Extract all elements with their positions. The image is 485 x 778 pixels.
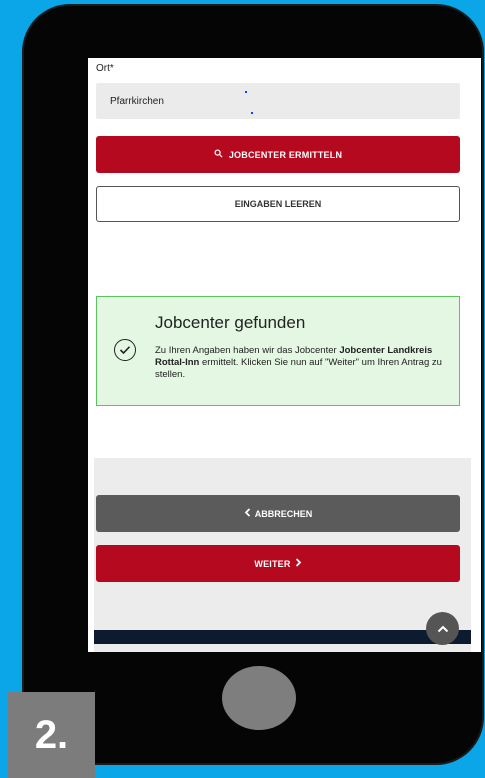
success-text-after: ermittelt. Klicken Sie nun auf "Weiter" … — [155, 357, 442, 380]
success-title: Jobcenter gefunden — [155, 313, 306, 332]
phone-frame: Ort* Pfarrkirchen JOBCENTER ERMITTELN EI… — [24, 6, 482, 763]
success-message: Jobcenter gefunden Zu Ihren Angaben habe… — [96, 296, 460, 406]
success-text: Zu Ihren Angaben haben wir das Jobcenter… — [155, 345, 445, 381]
success-text-before: Zu Ihren Angaben haben wir das Jobcenter — [155, 345, 340, 356]
home-button[interactable] — [222, 666, 296, 730]
search-jobcenter-label: JOBCENTER ERMITTELN — [228, 149, 343, 160]
clear-inputs-label: EINGABEN LEEREN — [234, 199, 322, 209]
ort-label: Ort* — [96, 63, 114, 74]
cursor-dot — [251, 112, 253, 114]
cursor-dot — [245, 91, 247, 93]
chevron-up-icon — [437, 620, 449, 638]
next-label: WEITER — [254, 558, 291, 569]
ort-input[interactable]: Pfarrkirchen — [96, 83, 460, 119]
scroll-to-top-button[interactable] — [426, 612, 459, 645]
step-badge: 2. — [8, 692, 95, 778]
phone-screen: Ort* Pfarrkirchen JOBCENTER ERMITTELN EI… — [88, 58, 481, 652]
clear-inputs-button[interactable]: EINGABEN LEEREN — [96, 186, 460, 222]
chevron-left-icon — [244, 508, 251, 519]
chevron-right-icon — [295, 558, 302, 569]
search-jobcenter-button[interactable]: JOBCENTER ERMITTELN — [96, 136, 460, 173]
ort-input-value: Pfarrkirchen — [110, 95, 164, 107]
step-number: 2. — [34, 712, 69, 757]
cancel-label: ABBRECHEN — [254, 508, 313, 519]
bottom-bar — [94, 630, 471, 644]
next-button[interactable]: WEITER — [96, 545, 460, 582]
search-icon — [214, 149, 223, 160]
check-circle-icon — [114, 339, 136, 361]
cancel-button[interactable]: ABBRECHEN — [96, 495, 460, 532]
